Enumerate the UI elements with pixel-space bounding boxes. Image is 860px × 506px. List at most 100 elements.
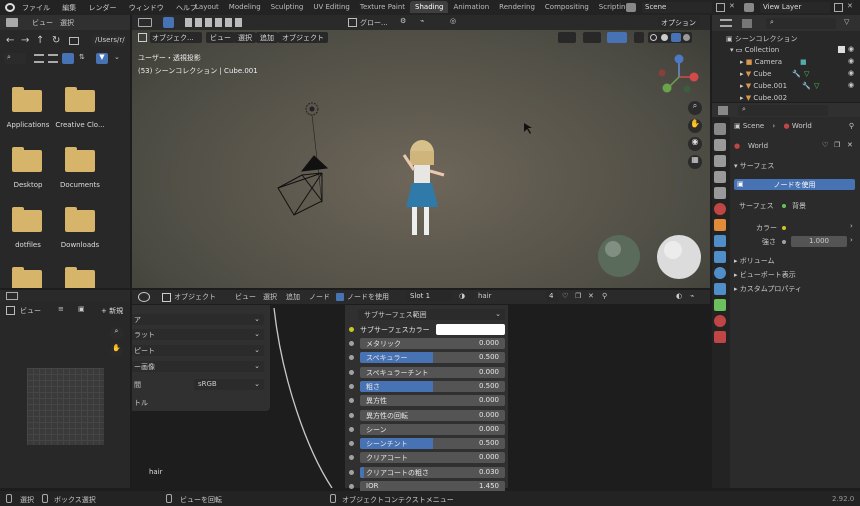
zoom-icon[interactable]: ⌕ — [688, 101, 702, 115]
light-icon[interactable] — [305, 102, 323, 204]
tab-compositing[interactable]: Compositing — [540, 1, 594, 13]
data-icon[interactable] — [714, 299, 726, 311]
particles-icon[interactable] — [714, 251, 726, 263]
texture-icon[interactable] — [714, 331, 726, 343]
file-item[interactable]: Downloads — [52, 205, 108, 251]
scene-icon[interactable] — [714, 187, 726, 199]
mode-icon[interactable] — [6, 306, 15, 315]
node-slider-field[interactable]: 異方性 0.000 — [360, 395, 505, 406]
tab-animation[interactable]: Animation — [448, 1, 494, 13]
filter-icon[interactable]: ▼ — [96, 53, 108, 64]
tab-layout[interactable]: Layout — [190, 1, 224, 13]
eye-icon[interactable]: ◉ — [848, 57, 854, 65]
menu-view[interactable]: ビュー — [32, 18, 53, 28]
physics-icon[interactable] — [714, 267, 726, 279]
thumbnail-view-icon[interactable] — [62, 53, 74, 64]
panel-custom-properties-header[interactable]: ▸ カスタムプロパティ — [734, 284, 802, 294]
scene-icon[interactable] — [626, 3, 636, 12]
refresh-icon[interactable]: ↻ — [52, 35, 60, 46]
editor-type-icon[interactable] — [720, 19, 732, 27]
node-slider-field[interactable]: クリアコートの粗さ 0.030 — [360, 467, 505, 478]
image-browse-icon[interactable]: ▣ — [78, 305, 85, 313]
node-slider-field[interactable]: メタリック 0.000 — [360, 338, 505, 349]
menu-window[interactable]: ウィンドウ — [129, 4, 164, 12]
world-icon[interactable] — [714, 203, 726, 215]
tab-sculpting[interactable]: Sculpting — [266, 1, 309, 13]
modifier-icon[interactable] — [714, 235, 726, 247]
file-item[interactable]: Desktop — [0, 145, 56, 191]
navigation-gizmo[interactable] — [658, 54, 699, 93]
material-icon[interactable] — [714, 315, 726, 327]
node-slider-field[interactable]: スペキュラーチント 0.000 — [360, 367, 505, 378]
scene-selector[interactable]: Scene — [642, 2, 712, 13]
menu-edit[interactable]: 編集 — [62, 4, 76, 12]
node-field[interactable]: サブサーフェス範囲 ⌄ — [358, 309, 505, 321]
node-slider-field[interactable]: クリアコート 0.000 — [360, 452, 505, 463]
eye-icon[interactable]: ◉ — [848, 45, 854, 53]
ortho-toggle-icon[interactable]: ▦ — [688, 155, 702, 169]
node-slider-field[interactable]: シーンチント 0.500 — [360, 438, 505, 449]
duplicate-icon[interactable]: ❐ — [834, 141, 840, 149]
node-slider-field[interactable]: 粗さ 0.500 — [360, 381, 505, 392]
delete-view-layer-icon[interactable]: ✕ — [847, 2, 853, 10]
image-editor[interactable]: ビュー ≡ ▣ + 新規 ⌕ ✋ — [0, 290, 130, 488]
strength-field[interactable]: 1.000 — [791, 236, 847, 247]
new-image-button[interactable]: + 新規 — [98, 305, 128, 316]
file-item[interactable] — [0, 265, 56, 288]
delete-scene-icon[interactable]: ✕ — [729, 2, 735, 10]
color-swatch[interactable] — [436, 324, 505, 335]
outliner-item-cube-001[interactable]: ▸ ▼ Cube.001 🔧 ▽ ◉ — [740, 81, 860, 90]
new-folder-icon[interactable] — [69, 37, 79, 45]
outliner-item-camera[interactable]: ▸ ■ Camera ■ ◉ — [740, 57, 860, 66]
panel-surface-header[interactable]: ▾ サーフェス — [734, 161, 774, 171]
checkbox-icon[interactable] — [838, 46, 845, 53]
panel-viewport-display-header[interactable]: ▸ ビューポート表示 — [734, 270, 796, 280]
search-field[interactable]: ⌕ — [738, 105, 828, 116]
view-layer-icon[interactable] — [744, 3, 754, 12]
panel-volume-header[interactable]: ▸ ボリューム — [734, 256, 775, 266]
pan-hand-icon[interactable]: ✋ — [110, 344, 123, 357]
subsurface-method-field[interactable]: サブサーフェス範囲 ⌄ — [358, 309, 505, 320]
filter-icon[interactable]: ▽ — [844, 18, 849, 26]
camera-view-icon[interactable]: ◉ — [688, 137, 702, 151]
file-item[interactable]: dotfiles — [0, 205, 56, 251]
hdri-preview-spheres[interactable] — [598, 235, 701, 279]
blender-logo-icon[interactable] — [5, 3, 15, 12]
menu-select[interactable]: 選択 — [60, 18, 74, 28]
world-name-field[interactable]: World — [744, 141, 818, 152]
list-view-icon[interactable] — [34, 54, 44, 63]
tab-uv-editing[interactable]: UV Editing — [308, 1, 355, 13]
outliner-item-cube[interactable]: ▸ ▼ Cube 🔧 ▽ ◉ — [740, 69, 860, 78]
sort-icon[interactable]: ⇅ — [79, 53, 85, 61]
outliner-item-collection[interactable]: ▾ ▭ Collection ◉ — [730, 45, 860, 54]
fake-user-icon[interactable]: ♡ — [822, 141, 828, 149]
file-item[interactable] — [52, 265, 108, 288]
parent-dir-icon[interactable]: ↑ — [36, 35, 44, 46]
camera-object[interactable] — [277, 155, 329, 216]
chevron-right-icon[interactable]: › — [850, 222, 853, 230]
eye-icon[interactable]: ◉ — [848, 69, 854, 77]
display-mode-icon[interactable] — [742, 19, 752, 28]
hamburger-icon[interactable]: ≡ — [58, 305, 64, 313]
outliner-item-cube-002[interactable]: ▸ ▼ Cube.002 — [740, 94, 860, 102]
tab-texture-paint[interactable]: Texture Paint — [355, 1, 410, 13]
back-icon[interactable]: ← — [6, 35, 14, 46]
tab-rendering[interactable]: Rendering — [494, 1, 540, 13]
editor-type-icon[interactable] — [6, 292, 18, 300]
color-field[interactable] — [791, 222, 847, 233]
surface-value[interactable]: 背景 — [792, 201, 806, 211]
breadcrumb-scene[interactable]: Scene — [743, 122, 764, 130]
node-slider-field[interactable]: 異方性の回転 0.000 — [360, 410, 505, 421]
character-model[interactable] — [402, 140, 445, 235]
node-slider-field[interactable]: スペキュラー 0.500 — [360, 352, 505, 363]
file-item[interactable]: Applications — [0, 85, 56, 131]
output-icon[interactable] — [714, 155, 726, 167]
render-icon[interactable] — [714, 139, 726, 151]
view-layer-icon[interactable] — [714, 171, 726, 183]
file-item[interactable]: Documents — [52, 145, 108, 191]
viewport-3d[interactable]: グロー... ⚙ ⌁ ◎ オプション オブジェク... ビュー 選択 追加 オブ… — [132, 15, 710, 288]
constraints-icon[interactable] — [714, 283, 726, 295]
new-view-layer-icon[interactable] — [834, 3, 843, 12]
tab-shading[interactable]: Shading — [410, 1, 449, 13]
search-field[interactable]: ⌕ — [766, 18, 836, 29]
